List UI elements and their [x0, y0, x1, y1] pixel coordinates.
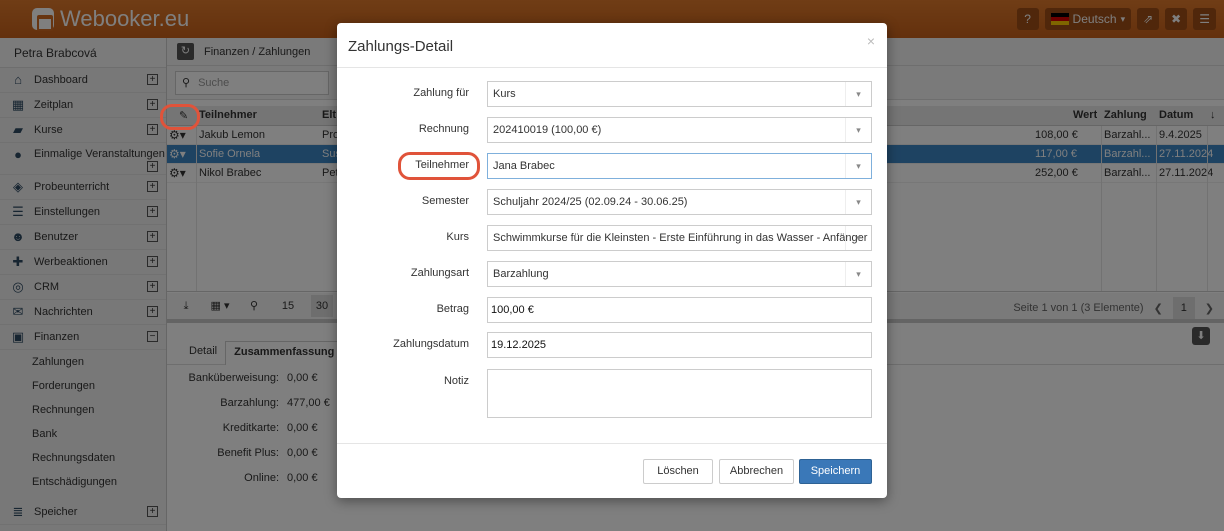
field-label: Zahlungsdatum — [393, 338, 469, 350]
teilnehmer-label-highlight — [398, 152, 480, 180]
field-label: Kurs — [446, 231, 469, 243]
kurs-select[interactable]: Schwimmkurse für die Kleinsten - Erste E… — [487, 225, 872, 251]
chevron-down-icon: ▾ — [845, 154, 871, 178]
select-value: Jana Brabec — [493, 160, 555, 172]
zahlungsart-select[interactable]: Barzahlung ▾ — [487, 261, 872, 287]
field-label: Notiz — [443, 375, 469, 387]
dialog-footer: Löschen Abbrechen Speichern — [337, 443, 887, 498]
chevron-down-icon: ▾ — [845, 226, 871, 250]
field-betrag: Betrag 100,00 € — [337, 297, 887, 323]
field-zahlungsart: Zahlungsart Barzahlung ▾ — [337, 261, 887, 287]
field-kurs: Kurs Schwimmkurse für die Kleinsten - Er… — [337, 225, 887, 251]
field-rechnung: Rechnung 202410019 (100,00 €) ▾ — [337, 117, 887, 143]
field-notiz: Notiz — [337, 369, 887, 418]
dialog-title: Zahlungs-Detail — [348, 38, 454, 55]
teilnehmer-select[interactable]: Jana Brabec ▾ — [487, 153, 872, 179]
zahlungsdatum-input[interactable]: 19.12.2025 — [487, 332, 872, 358]
semester-select[interactable]: Schuljahr 2024/25 (02.09.24 - 30.06.25) ▾ — [487, 189, 872, 215]
field-zahlung-fuer: Zahlung für Kurs ▾ — [337, 81, 887, 107]
field-semester: Semester Schuljahr 2024/25 (02.09.24 - 3… — [337, 189, 887, 215]
chevron-down-icon: ▾ — [845, 118, 871, 142]
select-value: Barzahlung — [493, 268, 549, 280]
chevron-down-icon: ▾ — [845, 190, 871, 214]
notiz-textarea[interactable] — [487, 369, 872, 418]
dialog-header: Zahlungs-Detail × — [337, 23, 887, 68]
zahlung-fuer-select[interactable]: Kurs ▾ — [487, 81, 872, 107]
select-value: 202410019 (100,00 €) — [493, 124, 602, 136]
cancel-button[interactable]: Abbrechen — [719, 459, 794, 484]
save-button[interactable]: Speichern — [799, 459, 872, 484]
betrag-input[interactable]: 100,00 € — [487, 297, 872, 323]
chevron-down-icon: ▾ — [845, 82, 871, 106]
payment-detail-dialog: Zahlungs-Detail × Zahlung für Kurs ▾ Rech… — [337, 23, 887, 498]
edit-icon-highlight — [160, 104, 200, 130]
select-value: Schuljahr 2024/25 (02.09.24 - 30.06.25) — [493, 196, 688, 208]
chevron-down-icon: ▾ — [845, 262, 871, 286]
rechnung-select[interactable]: 202410019 (100,00 €) ▾ — [487, 117, 872, 143]
select-value: Schwimmkurse für die Kleinsten - Erste E… — [493, 232, 868, 244]
field-label: Betrag — [436, 303, 469, 315]
select-value: Kurs — [493, 88, 516, 100]
field-label: Rechnung — [418, 123, 469, 135]
field-zahlungsdatum: Zahlungsdatum 19.12.2025 — [337, 332, 887, 358]
field-label: Zahlungsart — [410, 267, 469, 279]
field-label: Zahlung für — [413, 87, 469, 99]
close-icon[interactable]: × — [867, 33, 875, 49]
delete-button[interactable]: Löschen — [643, 459, 713, 484]
field-label: Semester — [421, 195, 469, 207]
